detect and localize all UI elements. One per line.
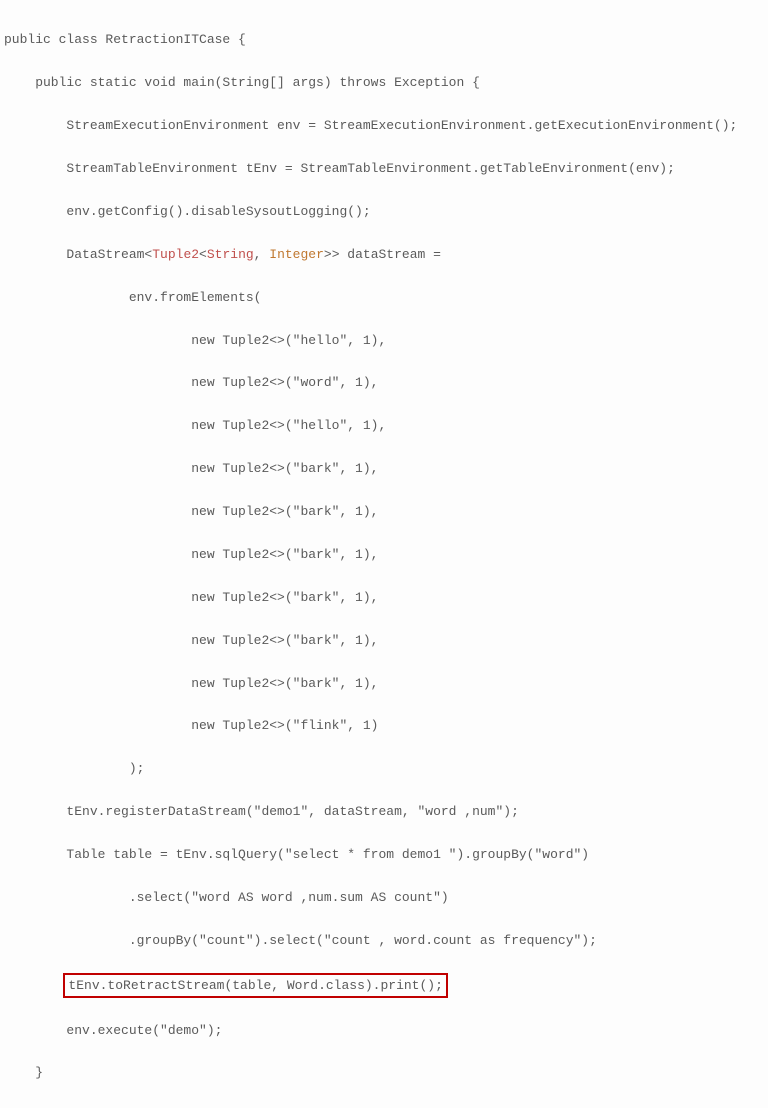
code-line: DataStream<Tuple2<String, Integer>> data… — [4, 244, 764, 265]
code-line: ); — [4, 758, 764, 779]
code-line: StreamTableEnvironment tEnv = StreamTabl… — [4, 158, 764, 179]
code-line: new Tuple2<>("bark", 1), — [4, 630, 764, 651]
code-text: >> dataStream = — [324, 247, 441, 262]
type-integer: Integer — [269, 247, 324, 262]
code-text: DataStream< — [4, 247, 152, 262]
highlight-box: tEnv.toRetractStream(table, Word.class).… — [63, 973, 447, 998]
code-line: new Tuple2<>("word", 1), — [4, 372, 764, 393]
code-line: Table table = tEnv.sqlQuery("select * fr… — [4, 844, 764, 865]
code-line: new Tuple2<>("bark", 1), — [4, 501, 764, 522]
type-tuple2: Tuple2 — [152, 247, 199, 262]
code-line: new Tuple2<>("flink", 1) — [4, 715, 764, 736]
code-line: env.getConfig().disableSysoutLogging(); — [4, 201, 764, 222]
code-line: public class RetractionITCase { — [4, 29, 764, 50]
code-line: new Tuple2<>("bark", 1), — [4, 673, 764, 694]
code-line: tEnv.registerDataStream("demo1", dataStr… — [4, 801, 764, 822]
code-line: env.fromElements( — [4, 287, 764, 308]
code-line: env.execute("demo"); — [4, 1020, 764, 1041]
indent — [4, 978, 66, 993]
code-line: new Tuple2<>("hello", 1), — [4, 415, 764, 436]
code-text: , — [254, 247, 270, 262]
code-line-highlighted: tEnv.toRetractStream(table, Word.class).… — [4, 973, 764, 998]
code-line: new Tuple2<>("hello", 1), — [4, 330, 764, 351]
code-line: new Tuple2<>("bark", 1), — [4, 458, 764, 479]
code-block: public class RetractionITCase { public s… — [4, 8, 764, 1105]
code-line: new Tuple2<>("bark", 1), — [4, 544, 764, 565]
type-string: String — [207, 247, 254, 262]
code-line: } — [4, 1062, 764, 1083]
code-line: StreamExecutionEnvironment env = StreamE… — [4, 115, 764, 136]
code-line: public static void main(String[] args) t… — [4, 72, 764, 93]
code-line: new Tuple2<>("bark", 1), — [4, 587, 764, 608]
code-text: < — [199, 247, 207, 262]
code-line: .select("word AS word ,num.sum AS count"… — [4, 887, 764, 908]
code-line: .groupBy("count").select("count , word.c… — [4, 930, 764, 951]
